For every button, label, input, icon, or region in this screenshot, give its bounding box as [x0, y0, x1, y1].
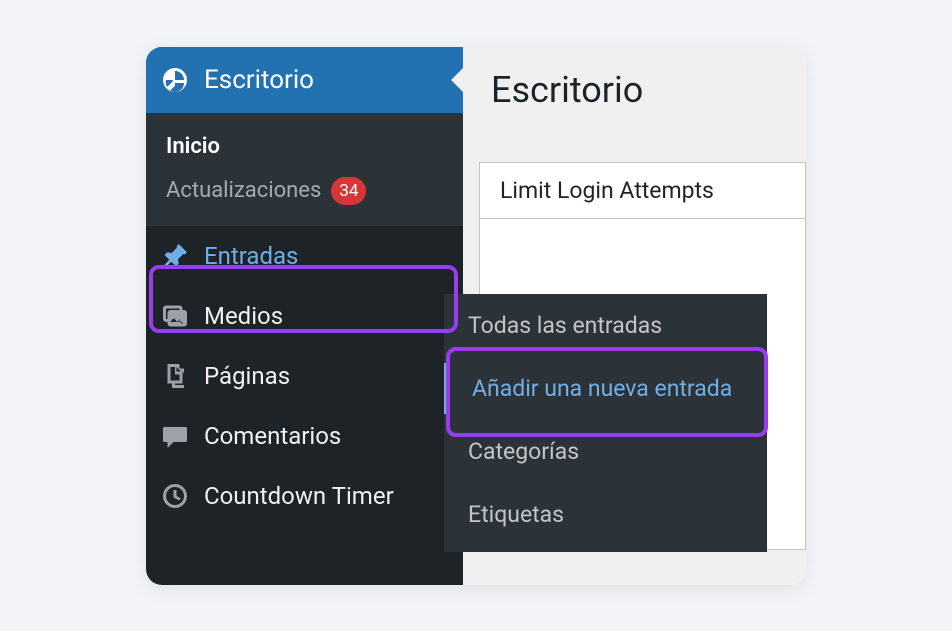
sidebar-item-label: Escritorio: [204, 65, 314, 95]
sidebar-item-label: Páginas: [204, 362, 290, 390]
sidebar-item-media[interactable]: Medios: [146, 286, 463, 346]
card-title: Limit Login Attempts: [480, 163, 805, 219]
submenu-label: Inicio: [166, 134, 220, 159]
flyout-label: Categorías: [468, 438, 579, 465]
comment-icon: [160, 421, 190, 451]
submenu-item-home[interactable]: Inicio: [146, 125, 463, 168]
dashboard-submenu: Inicio Actualizaciones 34: [146, 113, 463, 226]
sidebar-item-comments[interactable]: Comentarios: [146, 406, 463, 466]
sidebar-item-label: Medios: [204, 302, 283, 330]
posts-flyout: Todas las entradas Añadir una nueva entr…: [444, 294, 767, 552]
sidebar-item-pages[interactable]: Páginas: [146, 346, 463, 406]
pages-icon: [160, 361, 190, 391]
sidebar-item-dashboard[interactable]: Escritorio: [146, 47, 463, 113]
active-arrow-icon: [451, 67, 464, 93]
media-icon: [160, 301, 190, 331]
app-frame: Escritorio Limit Login Attempts Escritor…: [146, 47, 806, 585]
sidebar-item-countdown[interactable]: Countdown Timer: [146, 466, 463, 526]
clock-icon: [160, 481, 190, 511]
flyout-item-tags[interactable]: Etiquetas: [444, 483, 767, 546]
sidebar-item-label: Entradas: [204, 242, 298, 270]
pin-icon: [160, 241, 190, 271]
submenu-label: Actualizaciones: [166, 178, 321, 203]
dashboard-icon: [160, 65, 190, 95]
flyout-item-all-posts[interactable]: Todas las entradas: [444, 294, 767, 357]
admin-sidebar: Escritorio Inicio Actualizaciones 34 Ent…: [146, 47, 463, 585]
sidebar-item-label: Comentarios: [204, 422, 341, 450]
flyout-item-add-new[interactable]: Añadir una nueva entrada: [444, 357, 767, 420]
submenu-item-updates[interactable]: Actualizaciones 34: [146, 168, 463, 214]
flyout-item-categories[interactable]: Categorías: [444, 420, 767, 483]
sidebar-item-label: Countdown Timer: [204, 482, 394, 510]
updates-badge: 34: [331, 177, 366, 205]
flyout-label: Etiquetas: [468, 501, 564, 528]
flyout-label: Todas las entradas: [468, 312, 662, 339]
page-title: Escritorio: [463, 47, 806, 111]
sidebar-item-posts[interactable]: Entradas: [146, 226, 463, 286]
flyout-label: Añadir una nueva entrada: [472, 375, 732, 402]
